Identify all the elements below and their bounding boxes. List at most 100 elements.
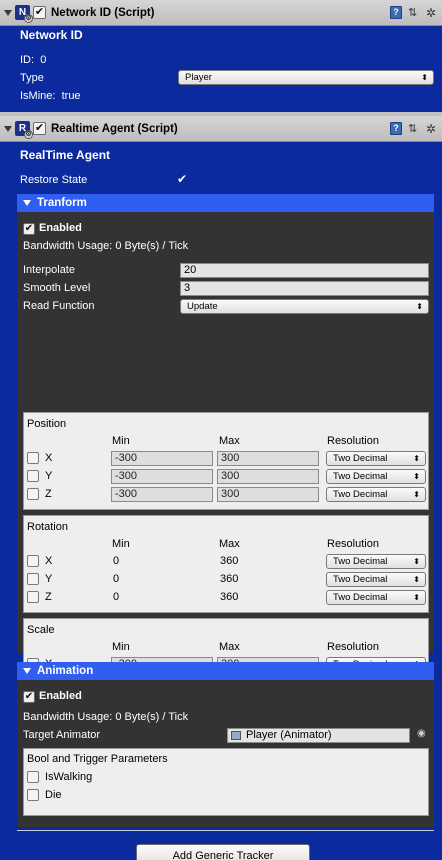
component-enabled-checkbox[interactable]: ✔ xyxy=(33,122,46,135)
preset-icon[interactable]: ⇅ xyxy=(408,123,420,135)
y-resolution-dropdown[interactable]: Two Decimal⬍ xyxy=(326,572,426,587)
max-header: Max xyxy=(219,538,240,550)
y-axis-checkbox[interactable] xyxy=(27,573,39,585)
panel-title: RealTime Agent xyxy=(20,148,111,162)
y-axis-label: Y xyxy=(45,573,53,585)
param-label: Die xyxy=(45,789,62,801)
die-checkbox[interactable] xyxy=(27,789,39,801)
resolution-header: Resolution xyxy=(327,538,379,550)
interpolate-label: Interpolate xyxy=(23,264,75,276)
id-label: ID: 0 xyxy=(20,54,47,66)
triangle-down-icon xyxy=(23,200,31,206)
section-title: Position xyxy=(27,418,67,430)
param-label: IsWalking xyxy=(45,771,93,783)
animator-icon xyxy=(231,731,241,740)
z-max-field[interactable]: 300 xyxy=(217,487,319,502)
y-min-field[interactable]: -300 xyxy=(111,469,213,484)
smooth-level-label: Smooth Level xyxy=(23,282,91,294)
y-resolution-dropdown[interactable]: Two Decimal⬍ xyxy=(326,469,426,484)
z-max-value: 360 xyxy=(220,591,239,603)
iswalking-checkbox[interactable] xyxy=(27,771,39,783)
min-header: Min xyxy=(112,641,130,653)
animation-enabled-label: Enabled xyxy=(39,690,82,702)
x-axis-label: X xyxy=(45,555,53,567)
z-resolution-dropdown[interactable]: Two Decimal⬍ xyxy=(326,590,426,605)
interpolate-field[interactable]: 20 xyxy=(180,263,429,278)
animation-group: Animation ✔ Enabled Bandwidth Usage: 0 B… xyxy=(17,662,434,827)
component-title: Network ID (Script) xyxy=(51,6,155,19)
y-max-field[interactable]: 300 xyxy=(217,469,319,484)
x-max-field[interactable]: 300 xyxy=(217,451,319,466)
component-title: Realtime Agent (Script) xyxy=(51,122,178,135)
z-min-field[interactable]: -300 xyxy=(111,487,213,502)
section-title: Rotation xyxy=(27,521,68,533)
animation-enabled-checkbox[interactable]: ✔ xyxy=(23,691,35,703)
restore-state-checkbox[interactable]: ✔ xyxy=(177,172,187,186)
min-header: Min xyxy=(112,538,130,550)
realtime-agent-panel: RealTime Agent Restore State ✔ Tranform … xyxy=(0,142,442,860)
triangle-down-icon xyxy=(23,668,31,674)
z-resolution-dropdown[interactable]: Two Decimal⬍ xyxy=(326,487,426,502)
smooth-level-field[interactable]: 3 xyxy=(180,281,429,296)
type-dropdown[interactable]: Player ⬍ xyxy=(178,70,434,85)
component-enabled-checkbox[interactable]: ✔ xyxy=(33,6,46,19)
preset-icon[interactable]: ⇅ xyxy=(408,7,420,19)
target-animator-field[interactable]: Player (Animator) xyxy=(227,728,410,743)
z-axis-label: Z xyxy=(45,591,52,603)
y-max-value: 360 xyxy=(220,573,239,585)
animation-bandwidth: Bandwidth Usage: 0 Byte(s) / Tick xyxy=(23,711,189,723)
rotation-section: Rotation Min Max Resolution X 0 360 Two Decimal… xyxy=(23,515,429,613)
section-title: Scale xyxy=(27,624,55,636)
ismine-label: IsMine: true xyxy=(20,90,81,102)
divider xyxy=(17,830,434,831)
read-function-label: Read Function xyxy=(23,300,95,312)
x-axis-checkbox[interactable] xyxy=(27,555,39,567)
resolution-header: Resolution xyxy=(327,641,379,653)
add-generic-tracker-button[interactable]: Add Generic Tracker xyxy=(136,844,310,860)
panel-title: Network ID xyxy=(20,28,83,42)
realtime-agent-header[interactable]: R ⚙ ✔ Realtime Agent (Script) ? ⇅ ✲ xyxy=(0,116,442,142)
id-value: 0 xyxy=(40,54,47,66)
transform-enabled-label: Enabled xyxy=(39,222,82,234)
x-max-value: 360 xyxy=(220,555,239,567)
x-min-value: 0 xyxy=(113,555,120,567)
help-icon[interactable]: ? xyxy=(390,122,402,135)
max-header: Max xyxy=(219,435,240,447)
position-section: Position Min Max Resolution X -300 300 Two Deci… xyxy=(23,412,429,510)
z-axis-checkbox[interactable] xyxy=(27,591,39,603)
y-axis-label: Y xyxy=(45,470,53,482)
script-icon: R ⚙ xyxy=(15,121,33,139)
x-min-field[interactable]: -300 xyxy=(111,451,213,466)
z-min-value: 0 xyxy=(113,591,120,603)
foldout-arrow-icon[interactable] xyxy=(4,125,12,132)
y-min-value: 0 xyxy=(113,573,120,585)
transform-enabled-checkbox[interactable]: ✔ xyxy=(23,223,35,235)
script-icon: N ⚙ xyxy=(15,5,33,23)
foldout-arrow-icon[interactable] xyxy=(4,9,12,16)
gear-icon[interactable]: ✲ xyxy=(426,7,438,19)
resolution-header: Resolution xyxy=(327,435,379,447)
network-id-header[interactable]: N ⚙ ✔ Network ID (Script) ? ⇅ ✲ xyxy=(0,0,442,26)
animation-foldout[interactable]: Animation xyxy=(17,662,434,680)
help-icon[interactable]: ? xyxy=(390,6,402,19)
x-resolution-dropdown[interactable]: Two Decimal⬍ xyxy=(326,451,426,466)
min-header: Min xyxy=(112,435,130,447)
object-picker-icon[interactable]: ◉ xyxy=(417,728,426,739)
restore-state-label: Restore State xyxy=(20,174,88,186)
type-label: Type xyxy=(20,72,44,84)
y-axis-checkbox[interactable] xyxy=(27,470,39,482)
z-axis-checkbox[interactable] xyxy=(27,488,39,500)
ismine-value: true xyxy=(61,90,81,102)
z-axis-label: Z xyxy=(45,488,52,500)
x-axis-checkbox[interactable] xyxy=(27,452,39,464)
max-header: Max xyxy=(219,641,240,653)
network-id-panel: Network ID ID: 0 Type Player ⬍ IsMine: tr… xyxy=(0,26,442,112)
read-function-dropdown[interactable]: Update ⬍ xyxy=(180,299,429,314)
target-animator-label: Target Animator xyxy=(23,729,101,741)
bool-trigger-params-box: Bool and Trigger Parameters IsWalking Di… xyxy=(23,748,429,816)
transform-foldout[interactable]: Tranform xyxy=(17,194,434,212)
x-axis-label: X xyxy=(45,452,53,464)
transform-group: Tranform ✔ Enabled Bandwidth Usage: 0 By… xyxy=(17,194,434,716)
gear-icon[interactable]: ✲ xyxy=(426,123,438,135)
x-resolution-dropdown[interactable]: Two Decimal⬍ xyxy=(326,554,426,569)
